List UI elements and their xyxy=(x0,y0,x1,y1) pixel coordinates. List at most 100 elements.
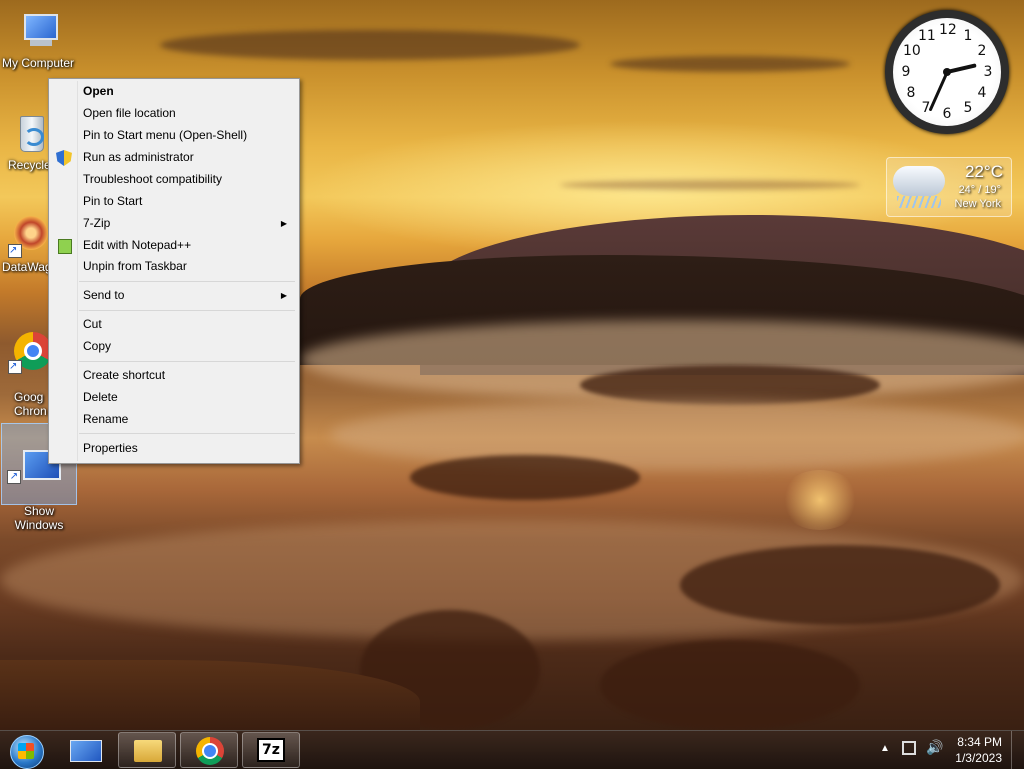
datawag-icon: ↗ xyxy=(8,214,52,258)
menu-item-cut[interactable]: Cut xyxy=(51,314,297,335)
menu-item-send-to[interactable]: Send to ▶ xyxy=(51,285,297,306)
clock-center xyxy=(943,68,951,76)
tray-clock-date[interactable]: 1/3/2023 xyxy=(955,751,1002,765)
volume-icon[interactable]: 🔊 xyxy=(926,739,943,756)
shortcut-arrow-icon: ↗ xyxy=(7,470,21,484)
taskbar-chrome-button[interactable] xyxy=(180,732,238,768)
menu-item-label: Unpin from Taskbar xyxy=(83,259,187,273)
desktop-icon-label: Show Windows xyxy=(14,504,64,532)
menu-item-label: Delete xyxy=(83,390,118,404)
menu-separator xyxy=(79,433,295,434)
menu-item-open[interactable]: Open xyxy=(51,81,297,102)
chrome-icon: ↗ xyxy=(8,330,52,374)
desktop-icon-recycle-bin[interactable]: Recycle xyxy=(0,112,54,172)
desktop-icon-label: DataWag xyxy=(2,260,52,274)
menu-item-label: Open xyxy=(83,84,114,98)
menu-item-properties[interactable]: Properties xyxy=(51,438,297,459)
menu-item-open-file-location[interactable]: Open file location xyxy=(51,103,297,124)
clock-number: 8 xyxy=(906,85,916,101)
shortcut-arrow-icon: ↗ xyxy=(8,360,22,374)
desktop-icon-datawag[interactable]: ↗ DataWag xyxy=(0,214,54,274)
clock-number: 6 xyxy=(942,106,952,122)
taskbar-show-windows-button[interactable] xyxy=(56,732,114,768)
menu-item-run-as-administrator[interactable]: Run as administrator xyxy=(51,147,297,168)
desktop-icon-label: Goog Chron xyxy=(14,390,47,418)
menu-item-label: Rename xyxy=(83,412,129,426)
menu-separator xyxy=(79,361,295,362)
menu-item-label: 7-Zip xyxy=(83,216,111,230)
uac-shield-icon xyxy=(56,150,72,166)
show-hidden-icons-button[interactable]: ▲ xyxy=(880,743,890,754)
menu-item-unpin-from-taskbar[interactable]: Unpin from Taskbar xyxy=(51,256,297,277)
menu-separator xyxy=(79,281,295,282)
wallpaper-trees xyxy=(600,640,860,730)
clock-number: 11 xyxy=(918,28,936,44)
wallpaper-mist xyxy=(330,400,1024,470)
wallpaper-cloud xyxy=(610,56,850,72)
wallpaper-trees xyxy=(680,545,1000,625)
menu-item-7zip[interactable]: 7-Zip ▶ xyxy=(51,213,297,234)
menu-item-label: Copy xyxy=(83,339,112,353)
clock-gadget[interactable]: 12 1 2 3 4 5 6 7 8 9 10 11 xyxy=(885,10,1009,134)
clock-number: 2 xyxy=(977,43,987,59)
tray-clock-time[interactable]: 8:34 PM xyxy=(957,735,1002,749)
shortcut-arrow-icon: ↗ xyxy=(8,244,22,258)
wallpaper-trees xyxy=(410,455,640,500)
menu-item-label: Pin to Start xyxy=(83,194,143,208)
system-tray: ▲ 🔊 8:34 PM 1/3/2023 xyxy=(864,731,1024,769)
weather-high-low: 24° / 19° xyxy=(958,184,1001,196)
menu-item-label: Cut xyxy=(83,317,102,331)
taskbar-7zip-button[interactable]: 7z xyxy=(242,732,300,768)
computer-icon xyxy=(16,10,60,54)
chrome-icon xyxy=(196,737,224,765)
clock-number: 1 xyxy=(963,28,973,44)
submenu-arrow-icon: ▶ xyxy=(280,219,287,228)
menu-item-label: Run as administrator xyxy=(83,150,194,164)
menu-item-troubleshoot-compatibility[interactable]: Troubleshoot compatibility xyxy=(51,169,297,190)
wallpaper-field xyxy=(0,660,420,730)
show-windows-icon xyxy=(70,740,102,762)
menu-item-create-shortcut[interactable]: Create shortcut xyxy=(51,365,297,386)
clock-number: 5 xyxy=(963,100,973,116)
taskbar-file-explorer-button[interactable] xyxy=(118,732,176,768)
menu-item-delete[interactable]: Delete xyxy=(51,387,297,408)
desktop-icon-google-chrome[interactable]: ↗ Goog Chron xyxy=(0,316,54,432)
weather-gadget[interactable]: 22°C 24° / 19° New York xyxy=(886,157,1012,217)
weather-temperature: 22°C xyxy=(965,162,1003,181)
menu-item-label: Open file location xyxy=(83,106,176,120)
7zip-icon: 7z xyxy=(257,738,285,762)
context-menu: Open Open file location Pin to Start men… xyxy=(48,78,300,464)
wallpaper-sun-glow xyxy=(780,470,860,530)
menu-item-label: Properties xyxy=(83,441,138,455)
desktop-icon-label: My Computer xyxy=(1,56,75,70)
weather-city: New York xyxy=(954,198,1001,210)
windows-logo-icon xyxy=(18,743,34,759)
menu-item-label: Troubleshoot compatibility xyxy=(83,172,222,186)
desktop-icon-label: Recycle xyxy=(8,158,51,172)
menu-item-label: Create shortcut xyxy=(83,368,166,382)
menu-item-edit-with-notepadpp[interactable]: Edit with Notepad++ xyxy=(51,235,297,256)
clock-number: 4 xyxy=(977,85,987,101)
rain-icon xyxy=(897,196,941,208)
clock-number: 3 xyxy=(983,64,993,80)
network-icon[interactable] xyxy=(902,741,916,755)
menu-item-label: Pin to Start menu (Open-Shell) xyxy=(83,128,248,142)
menu-item-pin-to-start[interactable]: Pin to Start xyxy=(51,191,297,212)
clock-number: 9 xyxy=(901,64,911,80)
menu-item-label: Edit with Notepad++ xyxy=(83,238,192,252)
menu-separator xyxy=(79,310,295,311)
start-button[interactable] xyxy=(6,733,46,769)
rain-cloud-icon xyxy=(893,166,945,196)
desktop-icon-my-computer[interactable]: My Computer xyxy=(0,10,76,70)
menu-item-pin-to-start-menu-open-shell[interactable]: Pin to Start menu (Open-Shell) xyxy=(51,125,297,146)
wallpaper-cloud xyxy=(560,180,860,190)
wallpaper-cloud xyxy=(160,30,580,60)
show-desktop-button[interactable] xyxy=(1011,731,1024,769)
menu-item-label: Send to xyxy=(83,288,125,302)
menu-item-rename[interactable]: Rename xyxy=(51,409,297,430)
clock-number: 12 xyxy=(939,22,957,38)
notepadpp-icon xyxy=(58,239,72,254)
taskbar: 7z ▲ 🔊 8:34 PM 1/3/2023 xyxy=(0,730,1024,769)
menu-item-copy[interactable]: Copy xyxy=(51,336,297,357)
wallpaper-trees xyxy=(580,365,880,405)
